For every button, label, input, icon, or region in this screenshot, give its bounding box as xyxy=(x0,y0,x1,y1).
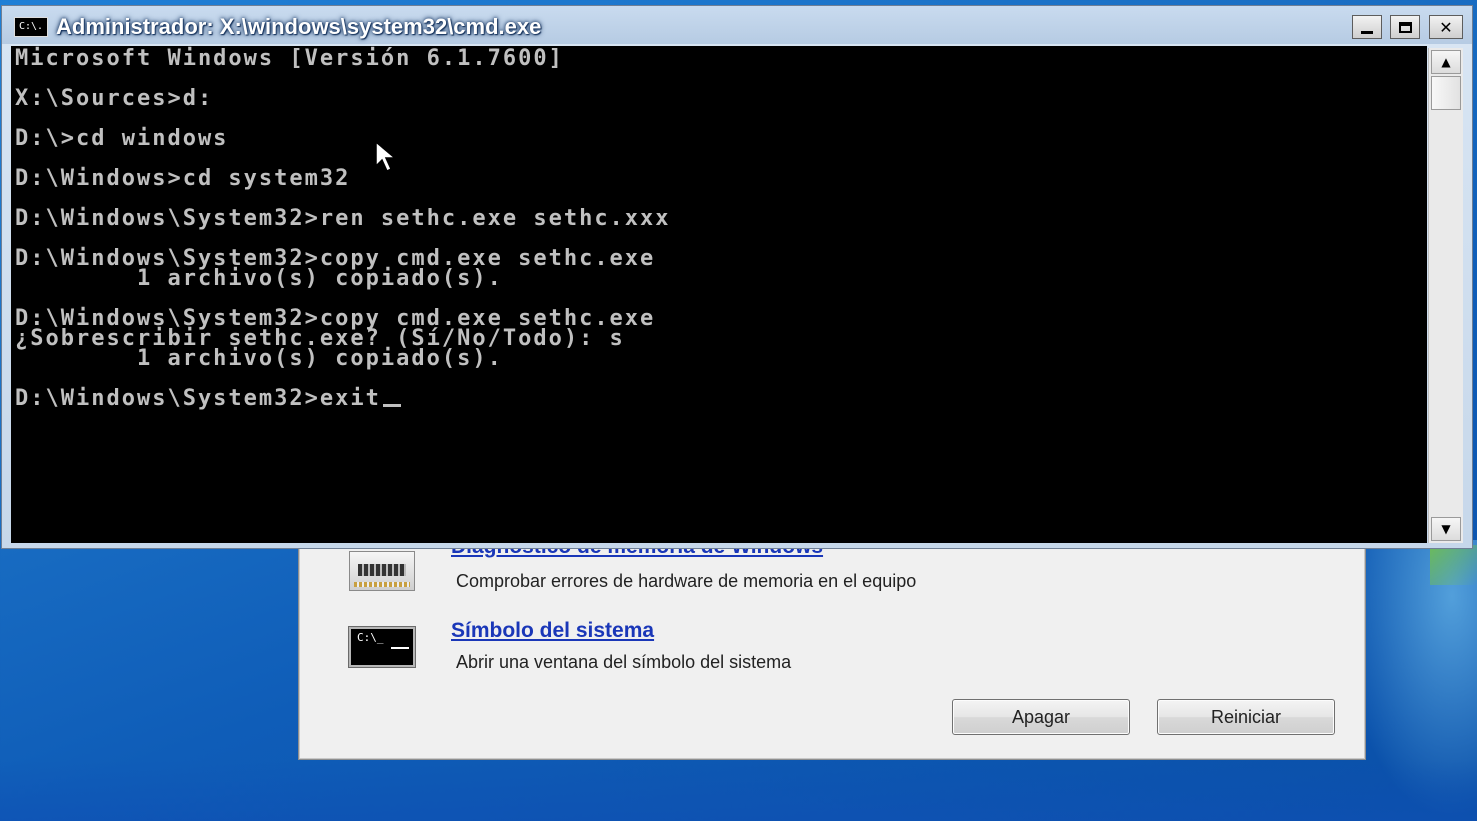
minimize-icon xyxy=(1361,30,1373,34)
window-title: Administrador: X:\windows\system32\cmd.e… xyxy=(56,14,542,39)
close-icon: ✕ xyxy=(1439,17,1453,37)
arrow-up-icon: ▲ xyxy=(1441,55,1451,69)
console-line: D:\Windows\System32>ren sethc.exe sethc.… xyxy=(15,206,671,231)
text-cursor xyxy=(382,404,401,407)
close-button[interactable]: ✕ xyxy=(1429,15,1463,39)
console-line: Microsoft Windows [Versión 6.1.7600] xyxy=(15,46,564,71)
memory-diagnostic-description: Comprobar errores de hardware de memoria… xyxy=(456,571,917,591)
console-line: D:\>cd windows xyxy=(15,126,229,151)
cmd-window: C:\. Administrador: X:\windows\system32\… xyxy=(1,5,1473,549)
console-line: 1 archivo(s) copiado(s). xyxy=(15,346,503,371)
command-prompt-icon: C:\_ xyxy=(349,627,415,667)
command-prompt-description: Abrir una ventana del símbolo del sistem… xyxy=(456,652,792,672)
shutdown-button[interactable]: Apagar xyxy=(952,699,1130,735)
console-output[interactable]: Microsoft Windows [Versión 6.1.7600] X:\… xyxy=(11,46,1427,543)
scroll-up-button[interactable]: ▲ xyxy=(1431,50,1461,74)
console-line: D:\Windows>cd system32 xyxy=(15,166,351,191)
command-prompt-link[interactable]: Símbolo del sistema xyxy=(451,619,654,643)
arrow-down-icon: ▼ xyxy=(1441,522,1451,536)
maximize-button[interactable] xyxy=(1390,15,1420,39)
restart-button[interactable]: Reiniciar xyxy=(1157,699,1335,735)
desktop-green-accent xyxy=(1430,545,1477,585)
console-line: D:\Windows\System32>exit xyxy=(15,386,381,411)
title-bar[interactable]: C:\. Administrador: X:\windows\system32\… xyxy=(2,6,1472,44)
minimize-button[interactable] xyxy=(1352,15,1382,39)
vertical-scrollbar[interactable]: ▲ ▼ xyxy=(1428,48,1463,543)
maximize-icon xyxy=(1398,21,1412,33)
memory-chip-icon xyxy=(349,551,415,591)
scroll-thumb[interactable] xyxy=(1431,76,1461,110)
console-line: X:\Sources>d: xyxy=(15,86,214,111)
cmd-app-icon[interactable]: C:\. xyxy=(14,17,48,37)
console-line: 1 archivo(s) copiado(s). xyxy=(15,266,503,291)
desktop-background xyxy=(0,760,1477,821)
scroll-down-button[interactable]: ▼ xyxy=(1431,517,1461,541)
recovery-options-dialog: Diagnóstico de memoria de Windows Compro… xyxy=(298,535,1366,760)
console-text: Microsoft Windows [Versión 6.1.7600] X:\… xyxy=(11,46,1427,412)
mouse-pointer-icon xyxy=(375,140,398,173)
